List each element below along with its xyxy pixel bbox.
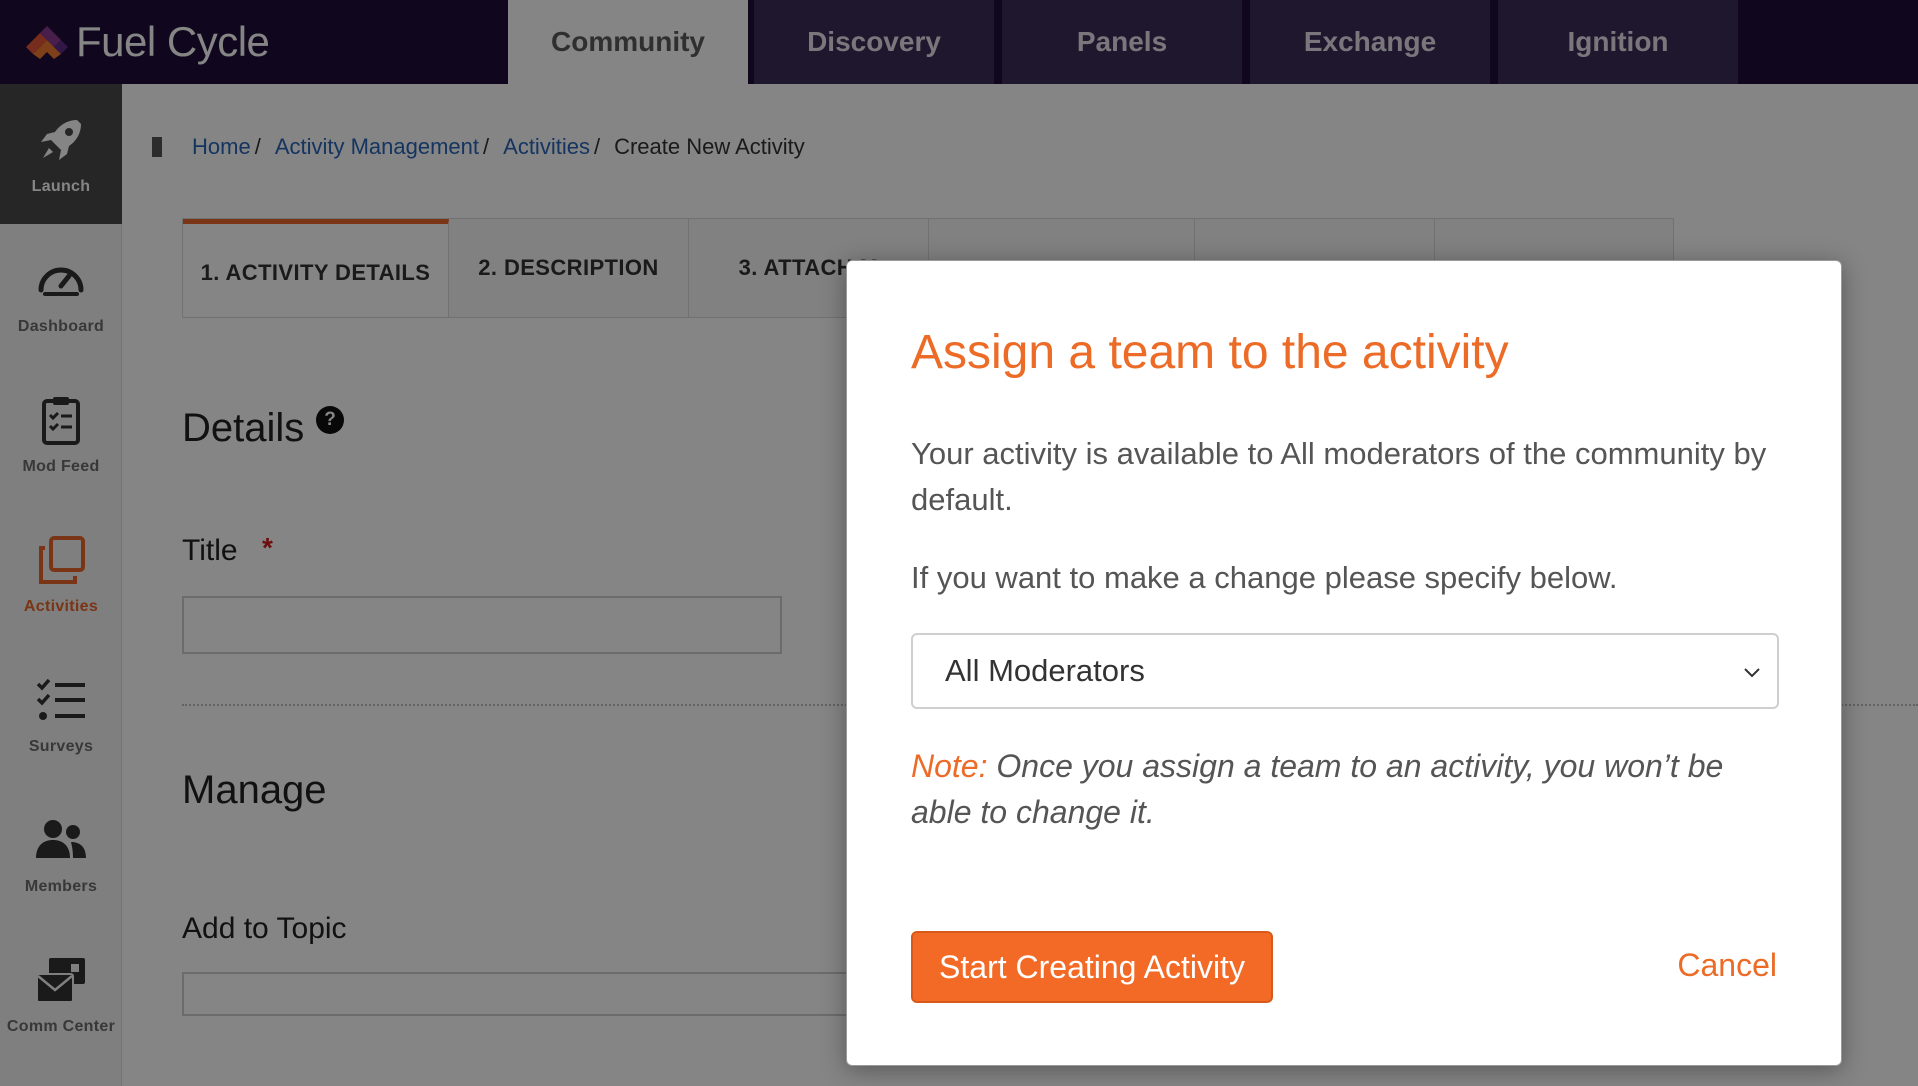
modal-title: Assign a team to the activity — [911, 326, 1509, 379]
note-prefix: Note: — [911, 748, 988, 784]
cancel-button[interactable]: Cancel — [1677, 947, 1777, 984]
note-text: Once you assign a team to an activity, y… — [911, 748, 1724, 830]
team-select-value: All Moderators — [945, 653, 1145, 688]
team-select[interactable]: All Moderators — [911, 633, 1779, 709]
modal-instruction: If you want to make a change please spec… — [911, 560, 1618, 595]
modal-description: Your activity is available to All modera… — [911, 436, 1767, 517]
chevron-down-icon — [1744, 668, 1760, 678]
start-creating-activity-button[interactable]: Start Creating Activity — [911, 931, 1273, 1003]
assign-team-modal: Assign a team to the activity Your activ… — [846, 260, 1842, 1066]
modal-note: Note: Once you assign a team to an activ… — [911, 743, 1791, 835]
